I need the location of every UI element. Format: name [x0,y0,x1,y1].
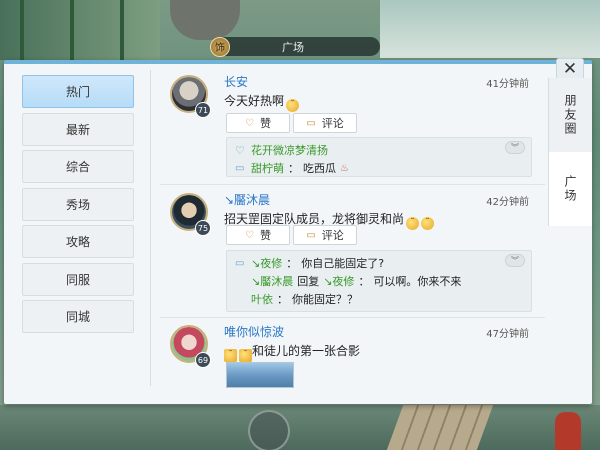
comment-sep: ： [288,162,299,175]
wooden-dock [386,405,494,450]
bamboo-stalk [70,0,74,60]
forest-backdrop [0,0,160,60]
bamboo-stalk [120,0,124,60]
post-content: ˘ ˘ 和徒儿的第一张合影 [224,342,360,362]
nav-divider [150,70,151,386]
post-text: 和徒儿的第一张合影 [252,344,361,358]
heart-icon: ♡ [245,117,254,129]
level-badge: 69 [195,352,211,368]
emoji-icon: ˘ [286,99,300,112]
comment-text: 你自己能固定了? [301,257,385,270]
post-content: 今天好热啊 ˘ [224,92,300,112]
comment-line: 叶依 ： 你能固定？？ [235,290,523,308]
reply-word: 回复 [297,275,320,288]
like-label: 赞 [259,117,271,130]
comment-label: 评论 [321,117,344,130]
post-username[interactable]: 唯你似惊波 [224,323,284,340]
comment-text: 吃西瓜 [303,162,336,175]
comment-label: 评论 [321,229,344,242]
comment-sep: ： [277,293,288,306]
post-text: 招天罡固定队成员，龙将御灵和尚 [224,212,405,226]
comment-box: ︾ ▭ ↘夜修：你自己能固定了? ↘靨沐晨 回复 ↘夜修：可以啊。你来不来 叶依：你… [226,250,532,312]
nav-item-same-city[interactable]: 同城 [22,300,134,333]
comment-author[interactable]: ↘夜修 [251,255,282,271]
reply-target[interactable]: ↘夜修 [323,273,354,289]
nav-item-hot[interactable]: 热门 [22,75,134,108]
emoji-icon: ˘ [224,349,237,362]
post-photo[interactable] [226,362,294,388]
chevron-down-icon[interactable]: ︾ [505,254,525,267]
comment-author[interactable]: 甜柠萌 [251,160,284,176]
close-button[interactable]: ✕ [556,58,584,80]
sticker-icon: ♨ [340,162,349,174]
chevron-down-icon[interactable]: ︾ [505,141,525,154]
post-feed[interactable]: 71 长安 41分钟前 今天好热啊 ˘ ♡ 赞 ▭ 评论 ︾ ♡ 花开微凉梦清扬 ▭ … [160,70,545,400]
category-nav: 热门 最新 综合 秀场 攻略 同服 同城 [22,75,134,338]
bamboo-stalk [20,0,24,60]
heart-icon: ♡ [235,143,245,157]
comment-sep: ： [286,257,298,270]
nav-item-same-server[interactable]: 同服 [22,262,134,296]
post-time: 42分钟前 [486,197,529,208]
comment-icon: ▭ [306,117,316,129]
comment-icon: ▭ [235,257,245,269]
post-item: 69 唯你似惊波 47分钟前 ˘ ˘ 和徒儿的第一张合影 [160,320,545,400]
comment-text: 可以啊。你来不来 [373,275,462,288]
post-actions: ♡ 赞 ▭ 评论 [226,113,357,133]
ground [0,405,600,450]
post-username[interactable]: 长安 [224,73,248,90]
comment-text: 你能固定？？ [292,293,358,306]
nav-item-guide[interactable]: 攻略 [22,225,134,258]
post-text: 今天好热啊 [224,94,285,108]
channel-bar[interactable]: 饰 广场 [210,36,380,57]
tab-plaza[interactable]: 广场 [548,152,592,226]
emoji-icon: ˘ [239,349,252,362]
emoji-icon: ˘ [421,217,435,230]
post-item: 75 ↘靨沐晨 42分钟前 招天罡固定队成员，龙将御灵和尚 ˘ ˘ ♡ 赞 ▭ 评论 ︾… [160,188,545,316]
water-area [380,0,600,58]
comment-icon: ▭ [235,162,245,174]
character-figure [555,412,581,450]
comment-author[interactable]: ↘靨沐晨 [251,273,293,289]
nav-item-showcase[interactable]: 秀场 [22,187,134,221]
level-badge: 75 [195,220,211,236]
like-button[interactable]: ♡ 赞 [226,225,290,245]
post-time: 41分钟前 [486,79,529,90]
post-item: 71 长安 41分钟前 今天好热啊 ˘ ♡ 赞 ▭ 评论 ︾ ♡ 花开微凉梦清扬 ▭ … [160,70,545,182]
post-actions: ♡ 赞 ▭ 评论 [226,225,357,245]
post-separator [160,184,545,185]
channel-badge-icon: 饰 [210,36,230,57]
rock [170,0,240,40]
comment-line: ▭ ↘夜修 ：你自己能固定了? [235,254,523,272]
nav-item-general[interactable]: 综合 [22,150,134,183]
heart-icon: ♡ [245,229,254,241]
channel-name: 广场 [282,40,304,54]
right-tabs: 朋友圈 广场 [548,78,592,226]
comment-icon: ▭ [306,229,316,241]
like-label: 赞 [259,229,271,242]
comment-sep: ： [358,275,370,288]
comment-author[interactable]: 叶依 [251,291,273,307]
emoji-icon: ˘ [406,217,420,230]
post-time: 47分钟前 [486,329,529,340]
like-button[interactable]: ♡ 赞 [226,113,290,133]
post-username[interactable]: ↘靨沐晨 [224,191,270,208]
comment-line: ▭ 甜柠萌 ： 吃西瓜 ♨ [235,159,523,177]
nav-item-latest[interactable]: 最新 [22,112,134,146]
comment-button[interactable]: ▭ 评论 [293,225,357,245]
level-badge: 71 [195,102,211,118]
likes-line: ♡ 花开微凉梦清扬 [235,141,523,159]
comment-line: ↘靨沐晨 回复 ↘夜修 ：可以啊。你来不来 [235,272,523,290]
comment-box: ︾ ♡ 花开微凉梦清扬 ▭ 甜柠萌 ： 吃西瓜 ♨ [226,137,532,177]
tab-friends-circle[interactable]: 朋友圈 [548,78,592,152]
comment-button[interactable]: ▭ 评论 [293,113,357,133]
joystick-control[interactable] [248,410,290,450]
liker-name[interactable]: 花开微凉梦清扬 [251,142,328,158]
post-separator [160,317,545,318]
